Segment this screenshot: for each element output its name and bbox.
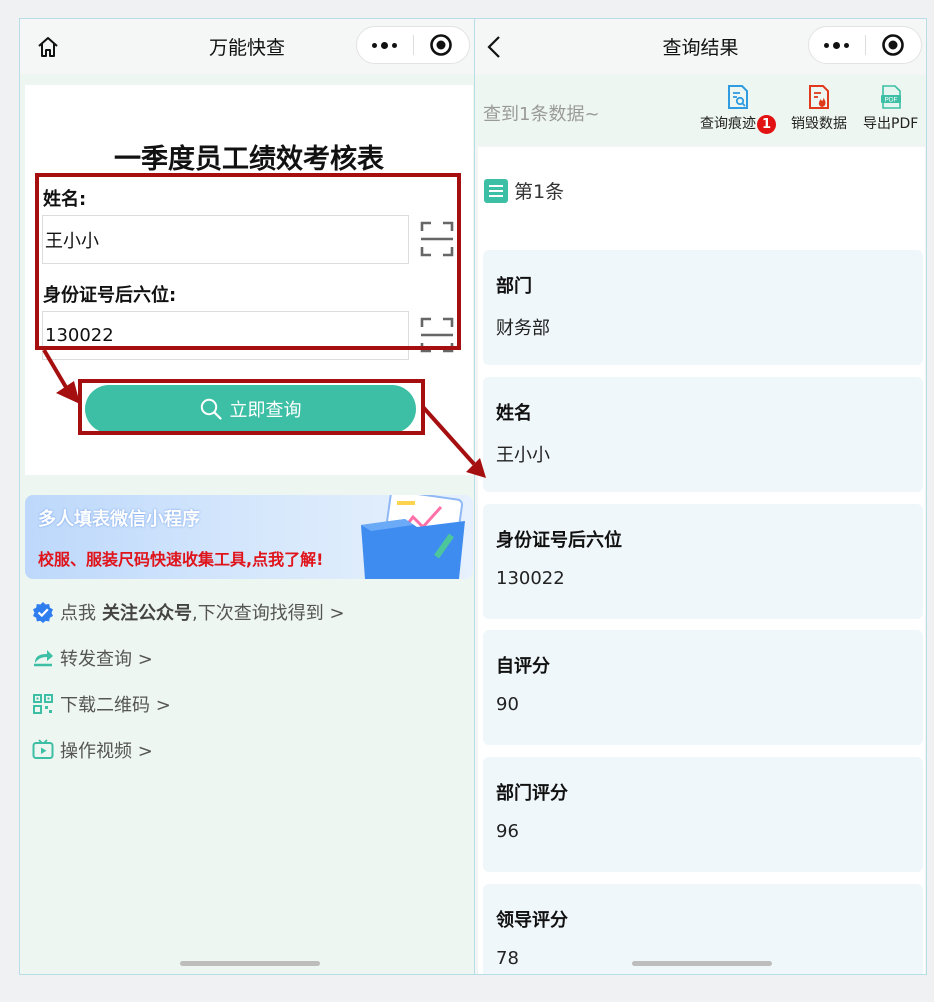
result-field-value: 78 (496, 948, 519, 969)
form-title: 一季度员工绩效考核表 (114, 144, 384, 175)
follow-account-name: 关注公众号 (102, 603, 192, 624)
result-field-value: 130022 (496, 568, 565, 589)
result-field-label: 身份证号后六位 (496, 530, 622, 551)
follow-account-link[interactable]: 点我 关注公众号 ,下次查询找得到 > (32, 599, 345, 625)
mini-program-capsule (356, 26, 470, 64)
query-button[interactable]: 立即查询 (85, 385, 416, 433)
share-query-link[interactable]: 转发查询 > (32, 645, 153, 671)
id-label: 身份证号后六位: (43, 285, 177, 306)
query-result-screen: 查询结果 查到1条数据~ 查询痕迹 1 销毁数据 PDF 导出PDF 第1条 部… (474, 18, 927, 975)
search-icon (200, 398, 222, 420)
home-indicator (180, 961, 320, 966)
query-button-label: 立即查询 (229, 400, 302, 421)
query-trace-label: 查询痕迹 (700, 116, 756, 132)
result-field-value: 王小小 (496, 445, 550, 466)
home-indicator (632, 961, 772, 966)
more-icon[interactable] (357, 41, 413, 49)
promo-banner[interactable]: 多人填表微信小程序 校服、服装尺码快速收集工具,点我了解! (25, 495, 473, 579)
result-field-label: 部门评分 (496, 783, 568, 804)
query-form-screen: 万能快查 一季度员工绩效考核表 姓名: 王小小 身份证号后六位: 130022 … (19, 18, 475, 975)
result-field-value: 96 (496, 821, 519, 842)
download-qrcode-link[interactable]: 下载二维码 > (32, 691, 171, 717)
query-form-card: 一季度员工绩效考核表 姓名: 王小小 身份证号后六位: 130022 立即查询 (25, 85, 473, 475)
id-input[interactable]: 130022 (42, 311, 409, 360)
back-icon[interactable] (481, 33, 509, 61)
list-icon (484, 178, 508, 203)
follow-suffix: ,下次查询找得到 > (192, 603, 345, 624)
export-pdf-button[interactable]: PDF 导出PDF (863, 85, 918, 133)
result-field-value: 财务部 (496, 318, 550, 339)
mini-program-capsule (808, 26, 922, 64)
banner-subtitle: 校服、服装尺码快速收集工具,点我了解! (38, 550, 324, 569)
result-field-dept-score: 部门评分 96 (483, 757, 923, 872)
result-field-department: 部门 财务部 (483, 250, 923, 365)
record-header-label: 第1条 (514, 181, 565, 203)
svg-text:PDF: PDF (884, 97, 897, 104)
scan-icon[interactable] (420, 316, 454, 354)
name-label: 姓名: (43, 189, 87, 210)
qrcode-icon (32, 693, 54, 715)
nav-bar: 万能快查 (20, 19, 474, 74)
scan-icon[interactable] (420, 220, 454, 258)
video-icon (32, 739, 54, 761)
nav-title: 查询结果 (662, 37, 739, 59)
result-field-id-suffix: 身份证号后六位 130022 (483, 504, 923, 619)
result-field-name: 姓名 王小小 (483, 377, 923, 492)
more-icon[interactable] (809, 41, 865, 49)
query-trace-button[interactable]: 查询痕迹 1 (700, 85, 776, 134)
folder-chart-illustration (361, 495, 465, 579)
close-target-icon[interactable] (865, 33, 921, 57)
result-field-value: 90 (496, 694, 519, 715)
result-field-label: 姓名 (496, 403, 532, 424)
destroy-data-icon (809, 85, 829, 109)
close-target-icon[interactable] (413, 33, 469, 57)
result-field-label: 部门 (496, 276, 532, 297)
nav-title: 万能快查 (208, 37, 285, 59)
destroy-data-label: 销毁数据 (791, 116, 847, 132)
result-count-text: 查到1条数据~ (483, 104, 600, 125)
home-icon[interactable] (34, 33, 62, 61)
name-input[interactable]: 王小小 (42, 215, 409, 264)
nav-bar: 查询结果 (475, 19, 926, 74)
result-record-card: 第1条 部门 财务部 姓名 王小小 身份证号后六位 130022 自评分 90 … (478, 147, 925, 974)
name-input-value: 王小小 (45, 230, 99, 252)
export-pdf-label: 导出PDF (863, 116, 919, 132)
share-query-label: 转发查询 > (60, 649, 153, 670)
record-header: 第1条 (484, 177, 564, 204)
query-trace-badge: 1 (757, 114, 776, 134)
follow-prefix: 点我 (60, 603, 96, 624)
id-input-value: 130022 (45, 325, 114, 346)
result-field-label: 领导评分 (496, 910, 568, 931)
result-summary-bar: 查到1条数据~ 查询痕迹 1 销毁数据 PDF 导出PDF (475, 75, 926, 145)
pdf-file-icon: PDF (880, 85, 901, 109)
result-field-self-score: 自评分 90 (483, 630, 923, 745)
banner-title: 多人填表微信小程序 (38, 509, 200, 530)
verified-badge-icon (32, 601, 54, 623)
tutorial-video-label: 操作视频 > (60, 741, 153, 762)
query-trace-icon (728, 85, 748, 109)
share-icon (32, 647, 54, 669)
tutorial-video-link[interactable]: 操作视频 > (32, 737, 153, 763)
download-qrcode-label: 下载二维码 > (60, 695, 171, 716)
destroy-data-button[interactable]: 销毁数据 (791, 85, 847, 133)
result-field-label: 自评分 (496, 656, 550, 677)
